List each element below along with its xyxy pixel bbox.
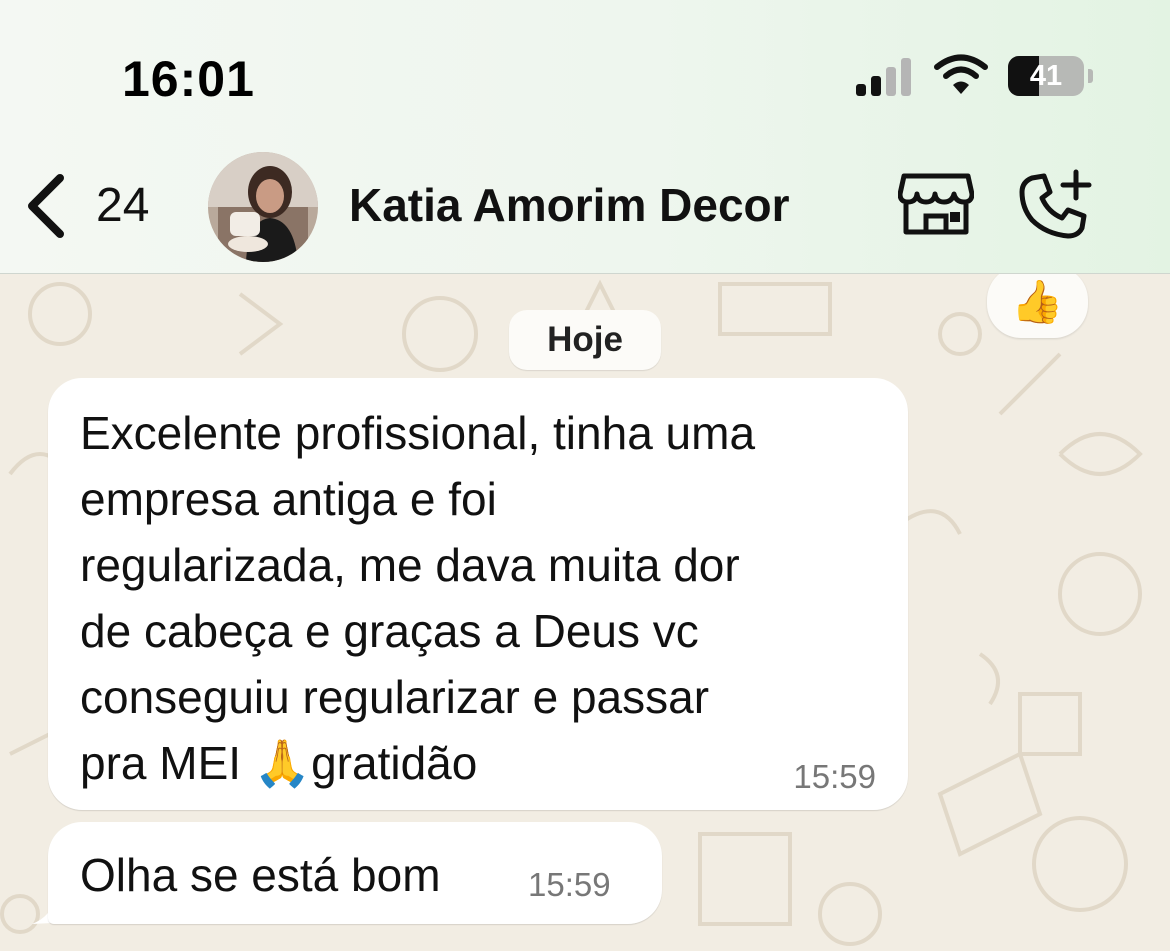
contact-name[interactable]: Katia Amorim Decor bbox=[349, 178, 790, 232]
battery-icon: 41 bbox=[1008, 56, 1093, 96]
business-store-icon[interactable] bbox=[898, 172, 974, 236]
message-bubble[interactable]: Olha se está bom 15:59 bbox=[48, 822, 662, 924]
message-time: 15:59 bbox=[528, 866, 611, 903]
chat-area[interactable]: 👍 Hoje Excelente profissional, tinha uma… bbox=[0, 274, 1170, 951]
add-call-icon[interactable] bbox=[1018, 168, 1094, 242]
message-text: Olha se está bom bbox=[80, 849, 441, 901]
date-separator: Hoje bbox=[509, 310, 661, 370]
battery-level: 41 bbox=[1029, 60, 1063, 92]
unread-count[interactable]: 24 bbox=[96, 178, 149, 233]
message-time: 15:59 bbox=[793, 758, 876, 795]
wifi-icon bbox=[934, 54, 988, 94]
message-bubble[interactable]: Excelente profissional, tinha uma empres… bbox=[48, 378, 908, 810]
status-time: 16:01 bbox=[122, 51, 255, 107]
chevron-left-icon[interactable] bbox=[22, 172, 72, 238]
contact-avatar[interactable] bbox=[208, 152, 318, 262]
cellular-signal-icon bbox=[856, 58, 911, 96]
reaction-badge[interactable]: 👍 bbox=[987, 274, 1088, 338]
message-text: Excelente profissional, tinha uma empres… bbox=[80, 407, 756, 789]
status-bar: 16:01 41 bbox=[0, 0, 1170, 140]
